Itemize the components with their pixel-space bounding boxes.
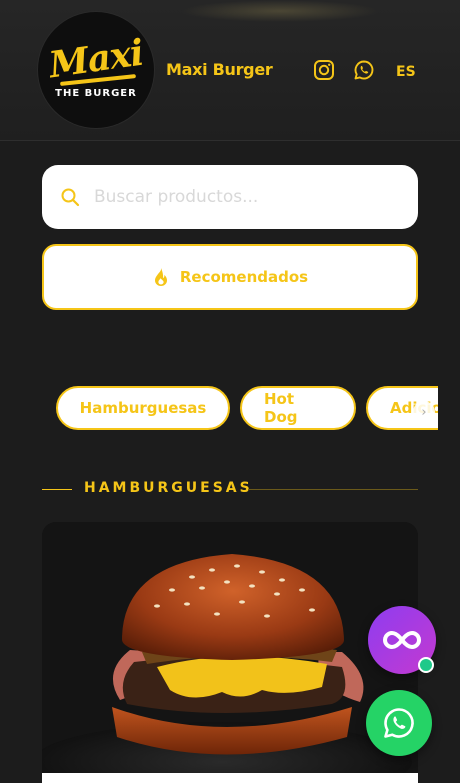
search-bar[interactable] (42, 165, 418, 229)
chevron-right-icon: › (421, 404, 427, 420)
section-title: HAMBURGUESAS (84, 480, 253, 496)
scroll-right-button[interactable]: › (413, 401, 435, 423)
language-selector[interactable]: ES (396, 64, 416, 80)
logo-subtitle: THE BURGER (55, 88, 137, 99)
whatsapp-icon (384, 708, 414, 738)
chat-widget-button[interactable] (368, 606, 436, 674)
section-header: HAMBURGUESAS (42, 476, 418, 502)
infinity-icon (383, 630, 421, 650)
category-chip-hot-dog[interactable]: Hot Dog (240, 386, 356, 430)
search-input[interactable] (92, 186, 376, 208)
brand-name: Maxi Burger (166, 60, 273, 79)
whatsapp-floating-button[interactable] (366, 690, 432, 756)
category-chip-hamburguesas[interactable]: Hamburguesas (56, 386, 230, 430)
flame-icon (154, 268, 167, 286)
section-divider-left (42, 489, 72, 490)
card-info-strip (42, 773, 418, 783)
maxi-burger-logo[interactable]: Maxi THE BURGER (38, 12, 154, 128)
category-tabs: Hamburguesas Hot Dog Adicionales (56, 386, 438, 434)
product-card[interactable] (42, 522, 418, 783)
top-header: Maxi THE BURGER Maxi Burger ES (0, 0, 460, 141)
section-divider-right (248, 489, 418, 490)
recommended-button[interactable]: Recomendados (42, 244, 418, 310)
burger-image (42, 522, 418, 783)
search-icon (61, 188, 80, 207)
recommended-label: Recomendados (179, 268, 309, 286)
instagram-icon[interactable] (313, 59, 335, 81)
online-status-dot (418, 657, 434, 673)
whatsapp-icon[interactable] (353, 59, 375, 81)
